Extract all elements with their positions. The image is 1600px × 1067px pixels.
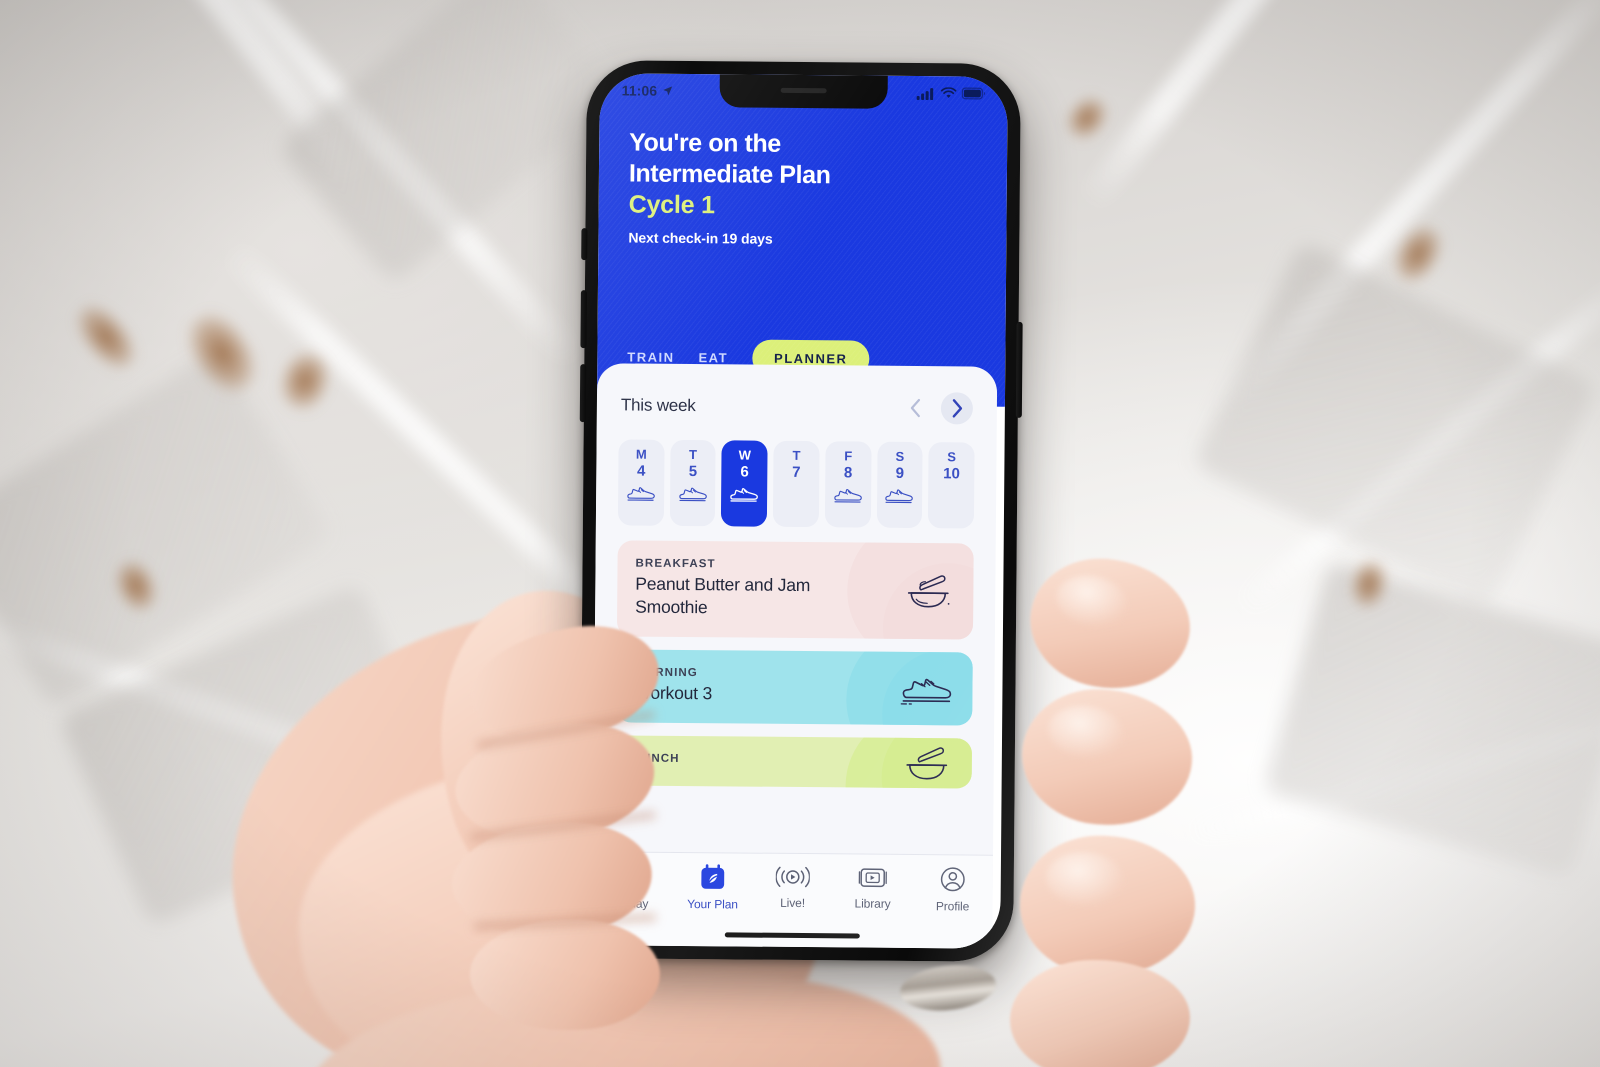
broadcast-play-icon	[775, 866, 810, 888]
day-letter: S	[947, 449, 957, 465]
card-title: Workout 3	[634, 682, 713, 704]
plan-hero-header: 11:06 You're on the Intermediate Plan Cy…	[596, 73, 1008, 407]
day-pill-monday[interactable]: M 4	[617, 439, 665, 526]
day-number: 4	[636, 462, 646, 480]
running-shoe-icon	[678, 487, 707, 501]
week-header: This week	[619, 363, 975, 425]
bowl-with-spoon-icon	[906, 747, 948, 780]
day-number: 8	[843, 464, 853, 482]
running-shoe-icon	[900, 678, 952, 705]
plan-headline-block: You're on the Intermediate Plan Cycle 1 …	[628, 127, 983, 248]
volume-down-button[interactable]	[579, 364, 587, 423]
video-box-icon	[858, 868, 887, 888]
next-checkin-label: Next check-in 19 days	[628, 228, 773, 247]
status-bar: 11:06	[600, 73, 1008, 111]
schedule-card-lunch[interactable]: LUNCH	[615, 735, 973, 789]
day-letter: T	[792, 447, 801, 464]
tab-label: Profile	[935, 899, 970, 914]
running-shoe-icon	[885, 489, 914, 503]
bowl-with-spoon-icon	[907, 575, 950, 608]
week-title: This week	[620, 395, 696, 416]
location-arrow-icon	[662, 86, 672, 96]
day-number: 9	[895, 464, 905, 482]
week-nav	[899, 392, 974, 425]
day-pill-tuesday[interactable]: T 5	[669, 439, 717, 527]
day-pill-thursday[interactable]: T 7	[773, 440, 820, 528]
photo-scene: 11:06 You're on the Intermediate Plan Cy…	[0, 0, 1600, 1067]
tab-eat[interactable]: EAT	[698, 350, 728, 365]
tab-label: Live!	[780, 895, 806, 911]
day-pill-sunday[interactable]: S 10	[928, 442, 975, 529]
day-letter: T	[689, 447, 698, 463]
tab-label: Your Plan	[687, 897, 738, 912]
power-button[interactable]	[1015, 321, 1023, 418]
chevron-right-icon	[952, 399, 962, 418]
calendar-leaf-icon	[701, 864, 725, 889]
mute-switch[interactable]	[581, 228, 588, 261]
next-week-button[interactable]	[940, 392, 974, 425]
person-circle-icon	[940, 867, 965, 892]
day-letter: W	[738, 447, 751, 463]
cellular-signal-icon	[916, 87, 934, 100]
tab-profile[interactable]: Profile	[913, 865, 991, 914]
running-shoe-icon	[834, 488, 862, 503]
day-pill-wednesday[interactable]: W 6	[721, 440, 768, 527]
day-pill-saturday[interactable]: S 9	[876, 441, 923, 529]
week-day-selector: M 4 T 5 W 6 T 7 F 8 S 9 S 10	[617, 439, 975, 529]
schedule-card-breakfast[interactable]: BREAKFAST Peanut Butter and Jam Smoothie	[616, 540, 974, 640]
day-number: 10	[943, 465, 960, 483]
tab-library[interactable]: Library	[834, 864, 912, 911]
running-shoe-icon	[730, 487, 759, 502]
card-title	[634, 768, 871, 770]
tab-your-plan[interactable]: Your Plan	[674, 863, 752, 912]
daily-schedule-cards: BREAKFAST Peanut Butter and Jam Smoothie	[615, 540, 974, 789]
day-pill-friday[interactable]: F 8	[824, 441, 872, 528]
day-letter: F	[844, 448, 853, 464]
status-bar-right	[916, 87, 986, 101]
chevron-left-icon	[910, 398, 920, 418]
status-bar-time: 11:06	[621, 82, 658, 99]
schedule-card-morning-workout[interactable]: MORNING Workout 3	[616, 649, 973, 726]
day-number: 6	[740, 463, 749, 481]
day-letter: M	[635, 446, 647, 462]
tab-label: Library	[854, 896, 891, 911]
day-number: 5	[688, 462, 698, 481]
prev-week-button[interactable]	[899, 392, 931, 424]
card-title: Peanut Butter and Jam Smoothie	[635, 573, 811, 618]
battery-icon	[961, 87, 985, 100]
day-letter: S	[895, 448, 905, 464]
iphone-device: 11:06 You're on the Intermediate Plan Cy…	[579, 60, 1023, 962]
plan-headline-line2: Intermediate Plan	[628, 158, 831, 189]
running-shoe-icon	[627, 486, 655, 501]
tab-live[interactable]: Live!	[754, 864, 832, 911]
plan-headline-line1: You're on the	[629, 128, 782, 158]
volume-up-button[interactable]	[580, 290, 587, 349]
status-bar-left: 11:06	[621, 82, 674, 99]
plan-cycle-label: Cycle 1	[628, 190, 715, 220]
wifi-icon	[940, 87, 957, 98]
day-number: 7	[792, 463, 801, 481]
